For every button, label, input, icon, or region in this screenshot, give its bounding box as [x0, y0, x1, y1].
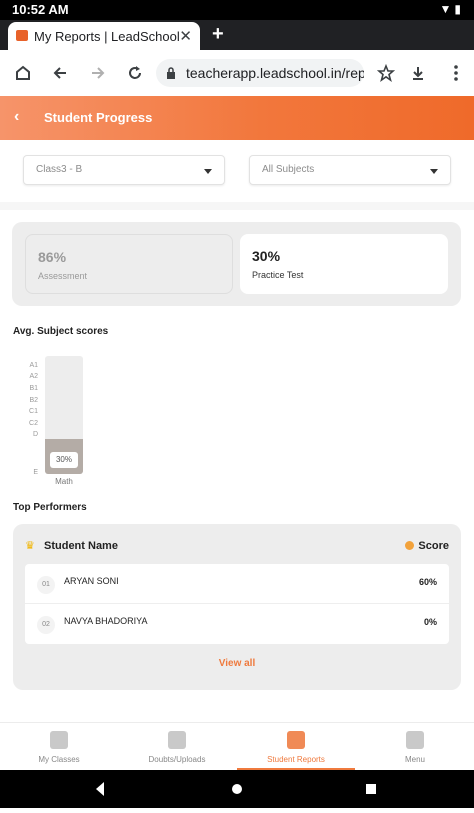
browser-tab-strip: My Reports | LeadSchool ✕ + [0, 20, 474, 50]
browser-toolbar: teacherapp.leadschool.in/rep [0, 50, 474, 96]
assessment-card[interactable]: 86% Assessment [25, 234, 233, 294]
y-tick-label: A1 [29, 362, 38, 369]
y-tick-label: C1 [29, 408, 38, 415]
reports-icon [287, 731, 305, 749]
back-arrow-icon[interactable] [47, 60, 73, 86]
nav-doubts-uploads[interactable]: Doubts/Uploads [118, 723, 236, 771]
table-row[interactable]: 02 NAVYA BHADORIYA 0% [25, 604, 449, 644]
y-tick-label: C2 [29, 420, 38, 427]
y-tick-label: E [33, 469, 38, 476]
class-select[interactable]: Class3 - B [23, 155, 225, 185]
student-name: ARYAN SONI [64, 576, 119, 586]
y-tick-label: B1 [29, 385, 38, 392]
nav-student-reports[interactable]: Student Reports [237, 723, 355, 771]
uploads-icon [168, 731, 186, 749]
favicon-icon [16, 30, 28, 41]
bar-category-label: Math [55, 477, 73, 486]
practice-test-label: Practice Test [252, 270, 304, 280]
status-time: 10:52 AM [12, 2, 69, 17]
nav-label: Menu [404, 755, 425, 764]
home-icon[interactable] [10, 60, 36, 86]
top-performers-panel: ♛ Student Name Score 01 ARYAN SONI 60% 0… [13, 524, 461, 690]
y-tick-label: B2 [29, 397, 38, 404]
subject-select[interactable]: All Subjects [249, 155, 451, 185]
student-score: 0% [423, 617, 437, 627]
system-recents-icon[interactable] [366, 784, 376, 794]
back-icon[interactable]: ‹ [14, 108, 19, 126]
y-tick-label: D [32, 431, 38, 438]
rank-badge: 02 [37, 616, 55, 634]
subject-select-value: All Subjects [262, 164, 315, 175]
forward-arrow-icon[interactable] [85, 60, 111, 86]
wifi-icon: ▼ [439, 2, 455, 16]
view-all-link[interactable]: View all [13, 658, 461, 669]
classes-icon [50, 731, 68, 749]
student-name-header: Student Name [44, 540, 118, 552]
battery-icon: ▮ [454, 2, 464, 16]
student-score: 60% [418, 577, 437, 587]
nav-menu[interactable]: Menu [356, 723, 474, 771]
nav-my-classes[interactable]: My Classes [0, 723, 118, 771]
section-divider [0, 202, 474, 210]
nav-label: Student Reports [267, 755, 325, 764]
practice-test-card[interactable]: 30% Practice Test [240, 234, 448, 294]
nav-label: My Classes [38, 755, 80, 764]
more-vertical-icon[interactable] [443, 60, 469, 86]
page-title: Student Progress [44, 110, 153, 125]
close-tab-icon[interactable]: ✕ [179, 27, 192, 45]
lock-icon [166, 66, 176, 84]
nav-label: Doubts/Uploads [148, 755, 206, 764]
status-bar: 10:52 AM ▼▮ [0, 0, 474, 20]
y-tick-label: A2 [29, 373, 38, 380]
rank-badge: 01 [37, 576, 55, 594]
crown-icon: ♛ [25, 540, 35, 552]
medal-icon [405, 541, 414, 550]
assessment-label: Assessment [38, 271, 88, 281]
student-name: NAVYA BHADORIYA [64, 616, 148, 626]
url-text: teacherapp.leadschool.in/rep [186, 65, 364, 81]
download-icon[interactable] [405, 60, 431, 86]
performers-list: 01 ARYAN SONI 60% 02 NAVYA BHADORIYA 0% [25, 564, 449, 644]
bar-value-label: 30% [50, 452, 78, 468]
menu-grid-icon [406, 731, 424, 749]
stats-panel: 86% Assessment 30% Practice Test [12, 222, 461, 306]
system-nav-bar [0, 770, 474, 808]
system-back-icon[interactable] [96, 782, 104, 796]
class-select-value: Class3 - B [36, 164, 83, 175]
reload-icon[interactable] [122, 60, 148, 86]
top-performers-title: Top Performers [13, 502, 87, 513]
chevron-down-icon [204, 169, 212, 174]
system-home-icon[interactable] [232, 784, 242, 794]
table-row[interactable]: 01 ARYAN SONI 60% [25, 564, 449, 604]
tab-title: My Reports | LeadSchool [34, 29, 180, 44]
new-tab-icon[interactable]: + [212, 23, 224, 46]
address-bar[interactable]: teacherapp.leadschool.in/rep [156, 59, 364, 87]
status-icons: ▼▮ [440, 2, 465, 16]
avg-scores-title: Avg. Subject scores [13, 326, 109, 337]
assessment-value: 86% [38, 249, 67, 265]
browser-tab[interactable]: My Reports | LeadSchool ✕ [8, 22, 200, 50]
app-header: ‹ Student Progress [0, 96, 474, 140]
chevron-down-icon [430, 169, 438, 174]
score-header: Score [418, 540, 449, 552]
bottom-nav: My Classes Doubts/Uploads Student Report… [0, 722, 474, 770]
practice-test-value: 30% [252, 248, 281, 264]
bookmark-star-icon[interactable] [373, 60, 399, 86]
